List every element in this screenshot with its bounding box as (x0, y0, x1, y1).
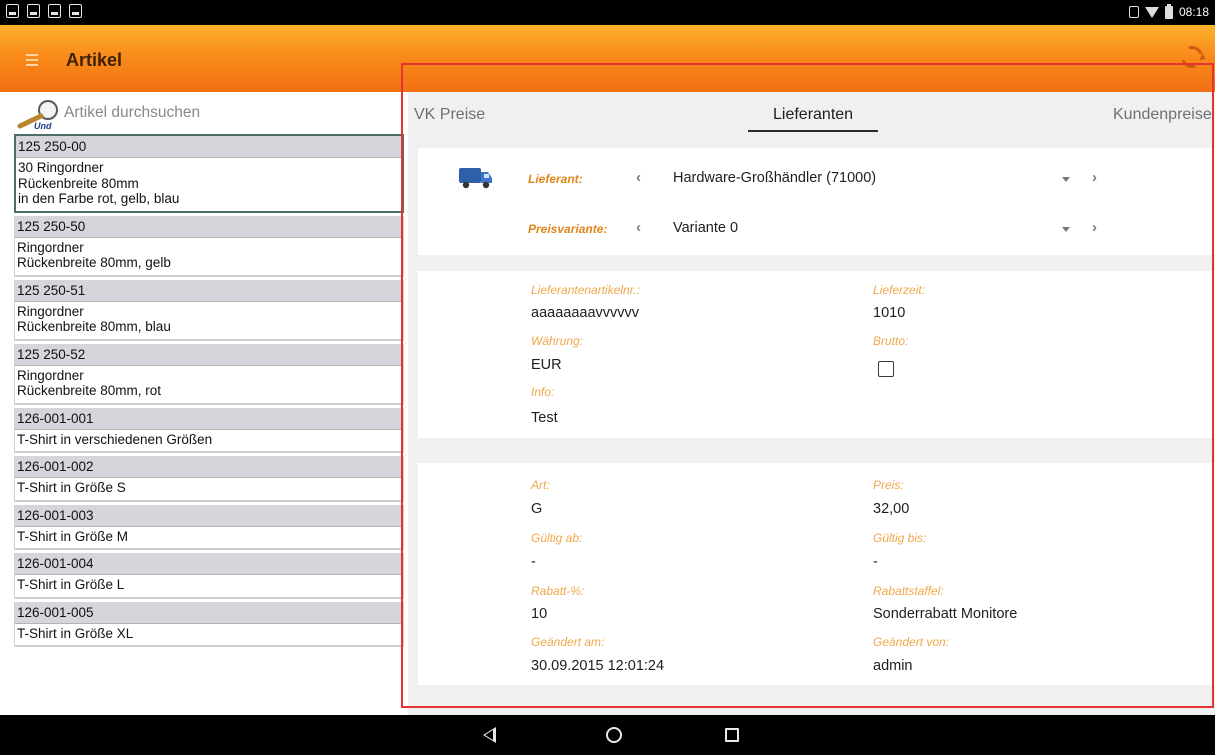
detail-pane: VK Preise Lieferanten Kundenpreise Liefe… (408, 92, 1215, 715)
status-bar: 08:18 (0, 0, 1215, 25)
lieferant-label: Lieferant: (528, 172, 583, 186)
lieferantenartikelnr-value: aaaaaaaavvvvvv (531, 305, 640, 321)
notification-icons (6, 4, 82, 18)
preisvariante-dropdown-icon[interactable] (1062, 227, 1070, 232)
supplier-selector-card: Lieferant: ‹ Hardware-Großhändler (71000… (418, 148, 1215, 255)
truck-icon (459, 168, 492, 189)
clock: 08:18 (1178, 5, 1209, 19)
article-number: 126-001-001 (15, 407, 403, 430)
preis-label: Preis: (873, 478, 904, 492)
article-number: 125 250-52 (15, 343, 403, 366)
article-list-item[interactable]: 125 250-00 30 Ringordner Rückenbreite 80m… (14, 134, 404, 213)
article-list: 125 250-00 30 Ringordner Rückenbreite 80m… (14, 134, 404, 650)
search-icon[interactable]: Und (14, 98, 64, 130)
article-number: 126-001-004 (15, 553, 403, 575)
info-label: Info: (531, 385, 555, 399)
supplier-details-card: Lieferantenartikelnr.: aaaaaaaavvvvvv Li… (418, 271, 1215, 438)
rabattstaffel-value: Sonderrabatt Monitore (873, 606, 1018, 622)
system-icons: 08:18 (1128, 3, 1209, 19)
vibrate-icon (1128, 6, 1139, 18)
article-number: 125 250-51 (15, 279, 403, 302)
brutto-checkbox[interactable] (878, 361, 894, 377)
article-number: 125 250-00 (16, 136, 402, 158)
article-description: Ringordner Rückenbreite 80mm, gelb (17, 239, 171, 271)
lieferantenartikelnr-label: Lieferantenartikelnr.: (531, 283, 640, 297)
lieferzeit-label: Lieferzeit: (873, 283, 926, 297)
article-list-item[interactable]: 126-001-001 T-Shirt in verschiedenen Größ… (14, 407, 404, 453)
article-description: T-Shirt in verschiedenen Größen (17, 431, 213, 447)
article-number: 125 250-50 (15, 215, 403, 238)
article-list-item[interactable]: 126-001-005 T-Shirt in Größe XL (14, 601, 404, 647)
download-notification-icon (27, 4, 40, 18)
lieferzeit-value: 1010 (873, 305, 906, 321)
geaendert-von-value: admin (873, 658, 913, 674)
art-value: G (531, 501, 543, 517)
search-bar: Und (0, 92, 408, 134)
home-icon[interactable] (606, 727, 622, 743)
brutto-label: Brutto: (873, 334, 909, 348)
geaendert-am-label: Geändert am: (531, 635, 605, 649)
article-number: 126-001-003 (15, 504, 403, 527)
previous-variant-chevron-icon[interactable]: ‹ (636, 219, 641, 236)
preisvariante-select[interactable]: Variante 0 (673, 220, 738, 236)
back-icon[interactable] (483, 727, 496, 743)
app-notification-icon (69, 4, 82, 18)
wifi-icon (1144, 6, 1159, 18)
next-supplier-chevron-icon[interactable]: › (1092, 169, 1097, 186)
app-bar: Artikel (0, 25, 1215, 92)
geaendert-von-label: Geändert von: (873, 635, 950, 649)
tab-kundenpreise[interactable]: Kundenpreise (1113, 106, 1212, 124)
article-list-item[interactable]: 125 250-51 Ringordner Rückenbreite 80mm, … (14, 279, 404, 341)
previous-supplier-chevron-icon[interactable]: ‹ (636, 169, 641, 186)
waehrung-label: Währung: (531, 334, 584, 348)
article-description: T-Shirt in Größe M (17, 528, 129, 544)
article-list-pane: Und 125 250-0030 Ringordner Rückenbreite… (0, 92, 408, 715)
gueltig-bis-value: - (873, 554, 878, 570)
article-number: 126-001-005 (15, 601, 403, 624)
tab-vk-preise[interactable]: VK Preise (414, 106, 485, 124)
page-title: Artikel (66, 50, 123, 70)
article-list-item[interactable]: 125 250-50 Ringordner Rückenbreite 80mm, … (14, 215, 404, 277)
lieferant-select[interactable]: Hardware-Großhändler (71000) (673, 170, 876, 186)
article-list-item[interactable]: 126-001-004 T-Shirt in Größe L (14, 553, 404, 599)
article-list-item[interactable]: 126-001-002 T-Shirt in Größe S (14, 456, 404, 502)
gueltig-ab-label: Gültig ab: (531, 531, 583, 545)
preis-value: 32,00 (873, 501, 910, 517)
active-tab-indicator (748, 130, 878, 132)
rabatt-label: Rabatt-%: (531, 584, 585, 598)
article-description: Ringordner Rückenbreite 80mm, blau (17, 303, 171, 335)
article-list-item[interactable]: 126-001-003 T-Shirt in Größe M (14, 504, 404, 550)
article-number: 126-001-002 (15, 456, 403, 478)
article-description: 30 Ringordner Rückenbreite 80mm in den F… (18, 160, 180, 206)
geaendert-am-value: 30.09.2015 12:01:24 (531, 658, 665, 674)
next-variant-chevron-icon[interactable]: › (1092, 219, 1097, 236)
screenshot-notification-icon (6, 4, 19, 18)
waehrung-value: EUR (531, 357, 562, 373)
svg-text:Und: Und (34, 121, 52, 130)
battery-icon (1164, 3, 1173, 19)
rabattstaffel-label: Rabattstaffel: (873, 584, 944, 598)
article-description: T-Shirt in Größe XL (17, 625, 134, 641)
navigation-bar (0, 715, 1215, 755)
price-details-card: Art: G Preis: 32,00 Gültig ab: - Gültig … (418, 463, 1215, 685)
preisvariante-label: Preisvariante: (528, 222, 608, 236)
article-description: Ringordner Rückenbreite 80mm, rot (17, 367, 162, 399)
menu-icon[interactable] (26, 54, 38, 69)
app-notification-icon (48, 4, 61, 18)
gueltig-bis-label: Gültig bis: (873, 531, 927, 545)
search-input[interactable] (64, 102, 394, 124)
lieferant-dropdown-icon[interactable] (1062, 177, 1070, 182)
article-description: T-Shirt in Größe L (17, 577, 125, 592)
article-list-item[interactable]: 125 250-52 Ringordner Rückenbreite 80mm, … (14, 343, 404, 405)
gueltig-ab-value: - (531, 554, 536, 570)
art-label: Art: (531, 478, 550, 492)
recent-apps-icon[interactable] (725, 728, 739, 742)
article-description: T-Shirt in Größe S (17, 480, 126, 495)
rabatt-value: 10 (531, 606, 548, 622)
refresh-icon[interactable] (1177, 42, 1207, 72)
tab-bar: VK Preise Lieferanten Kundenpreise (408, 92, 1215, 134)
tab-lieferanten[interactable]: Lieferanten (773, 106, 853, 124)
info-value: Test (531, 410, 558, 426)
